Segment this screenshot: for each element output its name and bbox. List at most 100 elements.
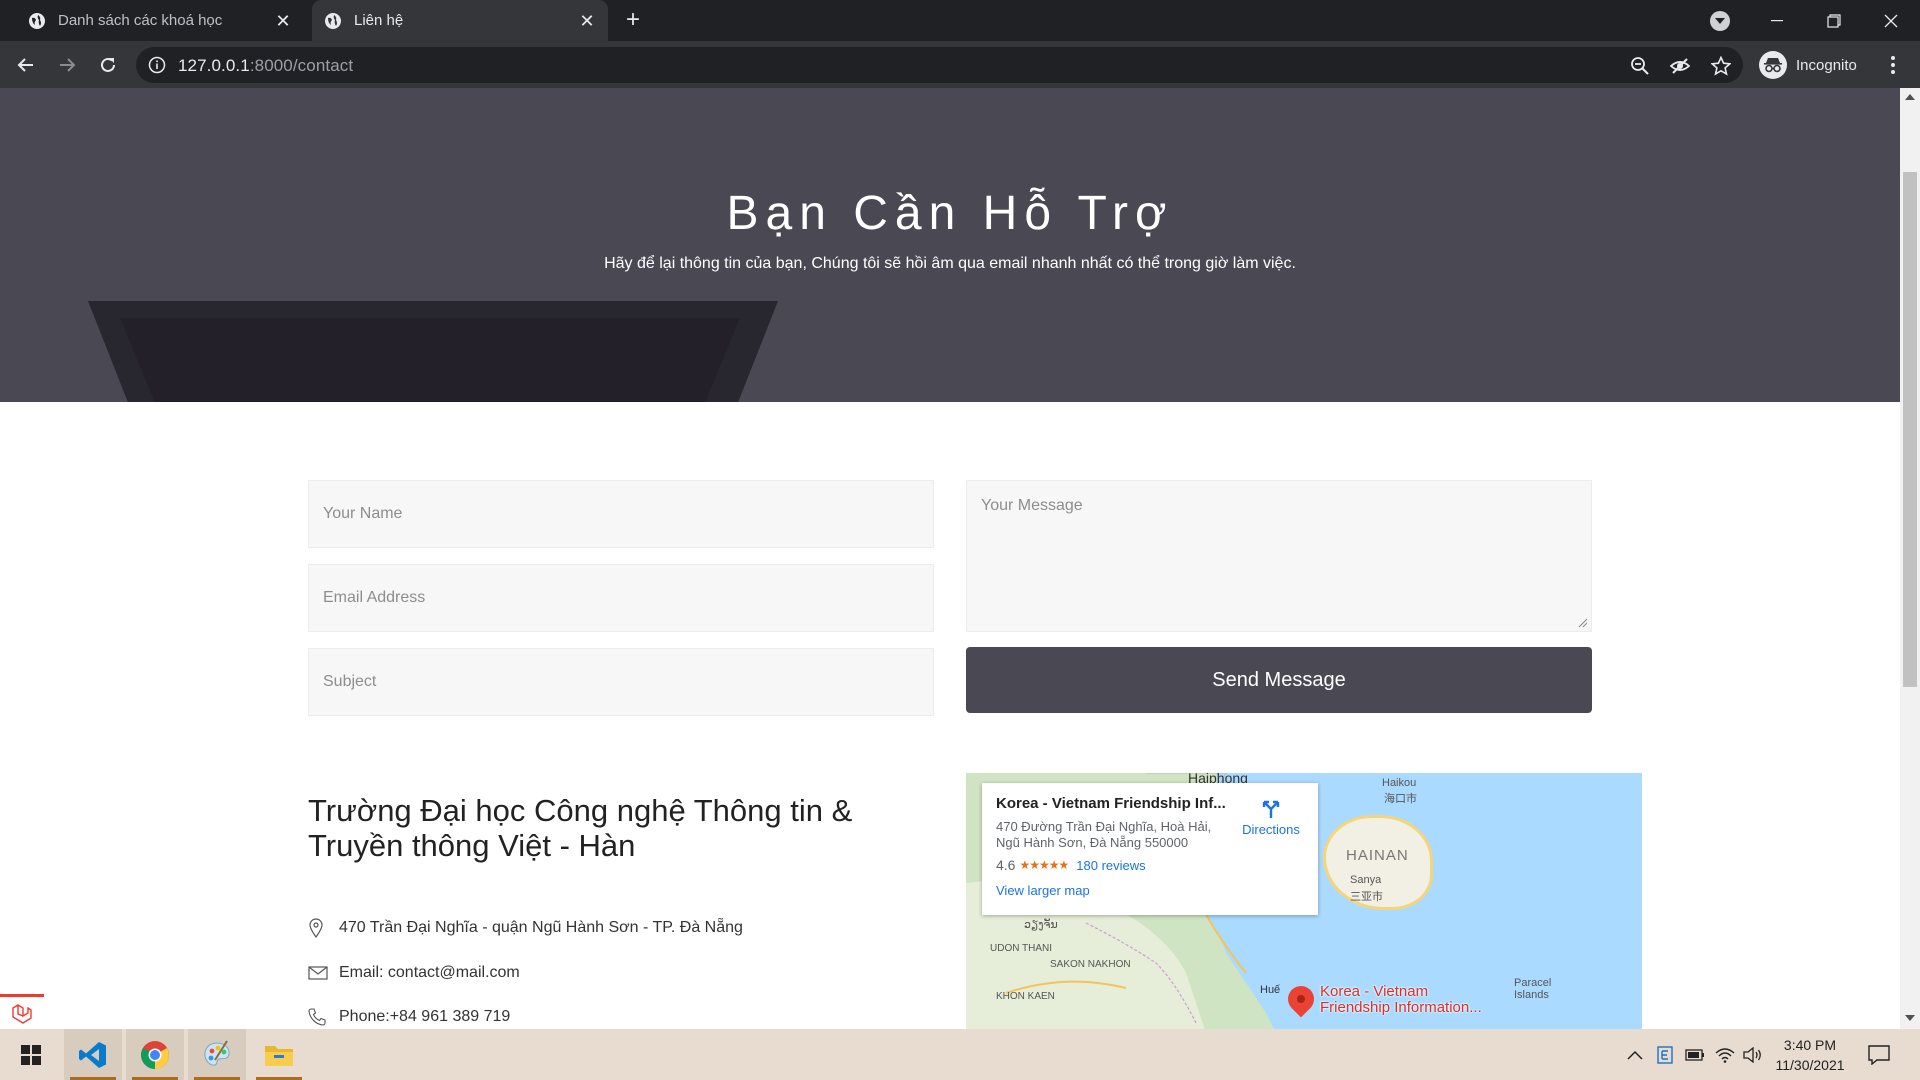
map-label-hue: Huế	[1260, 984, 1281, 996]
tab-title: Danh sách các khoá học	[58, 12, 223, 29]
input-method-icon[interactable]	[1654, 1044, 1676, 1066]
vscode-taskbar-button[interactable]	[64, 1029, 122, 1080]
reviews-link[interactable]: 180 reviews	[1076, 858, 1145, 873]
page-scrollbar[interactable]	[1900, 88, 1920, 1029]
name-placeholder: Your Name	[323, 505, 403, 522]
url-text[interactable]: 127.0.0.1:8000/contact	[178, 56, 353, 76]
address-row: 470 Trần Đại Nghĩa - quận Ngũ Hành Sơn -…	[308, 918, 743, 938]
back-arrow-icon[interactable]	[12, 51, 40, 79]
battery-icon[interactable]	[1684, 1044, 1706, 1066]
email-input[interactable]: Email Address	[308, 564, 934, 632]
new-tab-button[interactable]: +	[620, 8, 646, 34]
chrome-icon	[141, 1040, 169, 1069]
tab-course-list[interactable]: Danh sách các khoá học ✕	[14, 0, 304, 41]
map-marker-label-line2: Friendship Information...	[1320, 999, 1482, 1016]
restore-button[interactable]	[1806, 0, 1862, 41]
wifi-icon[interactable]	[1714, 1044, 1736, 1066]
tab-title: Liên hệ	[354, 12, 404, 29]
close-window-button[interactable]	[1863, 0, 1919, 41]
email-text[interactable]: Email: contact@mail.com	[339, 964, 520, 982]
map-place-card: Korea - Vietnam Friendship Inf... 470 Đư…	[982, 783, 1318, 915]
phone-text[interactable]: Phone:+84 961 389 719	[339, 1008, 510, 1026]
map-marker-label[interactable]: Korea - Vietnam Friendship Information..…	[1320, 984, 1482, 1016]
chrome-taskbar-button[interactable]	[126, 1029, 184, 1080]
subject-placeholder: Subject	[323, 673, 377, 690]
incognito-label: Incognito	[1796, 56, 1857, 74]
vscode-icon	[79, 1041, 106, 1068]
scroll-down-arrow-icon[interactable]	[1905, 1015, 1915, 1021]
send-message-button[interactable]: Send Message	[966, 647, 1592, 713]
globe-icon	[28, 12, 46, 30]
tab-contact[interactable]: Liên hệ ✕	[312, 0, 608, 41]
map-label-islands: Islands	[1514, 989, 1549, 1001]
zoom-out-icon[interactable]	[1630, 56, 1650, 76]
start-button[interactable]	[2, 1029, 60, 1080]
directions-label: Directions	[1242, 822, 1300, 837]
place-address: 470 Đường Trần Đại Nghĩa, Hoà Hải, Ngũ H…	[996, 819, 1212, 850]
map-label-sanya-cn: 三亚市	[1350, 891, 1383, 903]
address-text: 470 Trần Đại Nghĩa - quận Ngũ Hành Sơn -…	[339, 919, 743, 936]
more-menu-icon[interactable]	[1882, 51, 1904, 79]
hero-background-laptop-shade	[120, 318, 740, 402]
rating-stars-icon: ★★★★★	[1019, 858, 1069, 872]
close-tab-icon[interactable]: ✕	[576, 10, 598, 32]
page-viewport: Bạn Cần Hỗ Trợ Hãy để lại thông tin của …	[0, 88, 1900, 1029]
school-name-heading: Trường Đại học Công nghệ Thông tin & Tru…	[308, 793, 853, 863]
phone-row: Phone:+84 961 389 719	[308, 1007, 510, 1027]
map-label-paracel: Paracel	[1514, 977, 1552, 989]
place-rating-row: 4.6 ★★★★★ 180 reviews	[996, 857, 1304, 873]
tab-search-icon[interactable]	[1710, 11, 1730, 31]
folder-icon	[265, 1045, 293, 1066]
browser-tab-strip: Danh sách các khoá học ✕ Liên hệ ✕ +	[0, 0, 1920, 41]
message-textarea[interactable]: Your Message	[966, 480, 1592, 632]
notification-center-icon[interactable]	[1868, 1044, 1890, 1066]
browser-toolbar: 127.0.0.1:8000/contact Incognito	[0, 41, 1920, 88]
paint-palette-icon	[204, 1039, 230, 1066]
view-larger-map-link[interactable]: View larger map	[996, 883, 1304, 898]
system-clock[interactable]: 3:40 PM 11/30/2021	[1762, 1035, 1858, 1075]
minimize-button[interactable]	[1749, 0, 1805, 41]
paint-taskbar-button[interactable]	[188, 1029, 246, 1080]
email-row: Email: contact@mail.com	[308, 963, 520, 983]
close-tab-icon[interactable]: ✕	[272, 10, 294, 32]
directions-button[interactable]: Directions	[1238, 797, 1304, 837]
clock-date: 11/30/2021	[1775, 1057, 1845, 1073]
hero-banner: Bạn Cần Hỗ Trợ Hãy để lại thông tin của …	[0, 88, 1900, 402]
windows-taskbar: 3:40 PM 11/30/2021	[0, 1029, 1920, 1080]
incognito-icon	[1759, 51, 1787, 79]
bookmark-star-icon[interactable]	[1710, 55, 1732, 76]
debugbar-laravel-icon[interactable]	[0, 994, 44, 1029]
map-label-hainan: HAINAN	[1346, 847, 1409, 864]
windows-logo-icon	[21, 1044, 41, 1065]
resize-handle-icon[interactable]	[1578, 618, 1588, 628]
file-explorer-taskbar-button[interactable]	[250, 1029, 308, 1080]
map-label-haikou: Haikou	[1382, 777, 1417, 789]
subject-input[interactable]: Subject	[308, 648, 934, 716]
embedded-map[interactable]: Haiphong Haikou 海口市 HAINAN Sanya 三亚市 Vie…	[966, 773, 1642, 1029]
rating-value: 4.6	[996, 857, 1016, 873]
email-placeholder: Email Address	[323, 589, 426, 606]
reload-icon[interactable]	[94, 51, 122, 79]
scroll-up-arrow-icon[interactable]	[1905, 94, 1915, 100]
volume-icon[interactable]	[1742, 1044, 1764, 1066]
envelope-icon	[308, 963, 330, 983]
page-subtitle: Hãy để lại thông tin của bạn, Chúng tôi …	[604, 255, 1296, 272]
address-bar[interactable]: 127.0.0.1:8000/contact	[136, 47, 1743, 83]
map-label-khon-kaen: KHON KAEN	[996, 991, 1055, 1002]
globe-icon	[324, 12, 342, 30]
map-marker-label-line1: Korea - Vietnam	[1320, 983, 1429, 1000]
clock-time: 3:40 PM	[1783, 1037, 1837, 1053]
forward-arrow-icon[interactable]	[53, 51, 81, 79]
map-label-sanya: Sanya	[1350, 874, 1382, 886]
map-label-vientiane-lo: ວຽງຈັນ	[1024, 919, 1058, 931]
url-host: 127.0.0.1	[178, 56, 250, 75]
chevron-up-icon[interactable]	[1624, 1044, 1646, 1066]
tracking-protection-icon[interactable]	[1669, 56, 1691, 76]
name-input[interactable]: Your Name	[308, 480, 934, 548]
phone-icon	[308, 1007, 330, 1027]
directions-icon	[1262, 800, 1280, 818]
incognito-profile-button[interactable]: Incognito	[1755, 47, 1867, 83]
scroll-thumb[interactable]	[1903, 172, 1917, 687]
info-icon[interactable]	[148, 56, 166, 74]
map-label-haikou-cn: 海口市	[1384, 793, 1417, 805]
